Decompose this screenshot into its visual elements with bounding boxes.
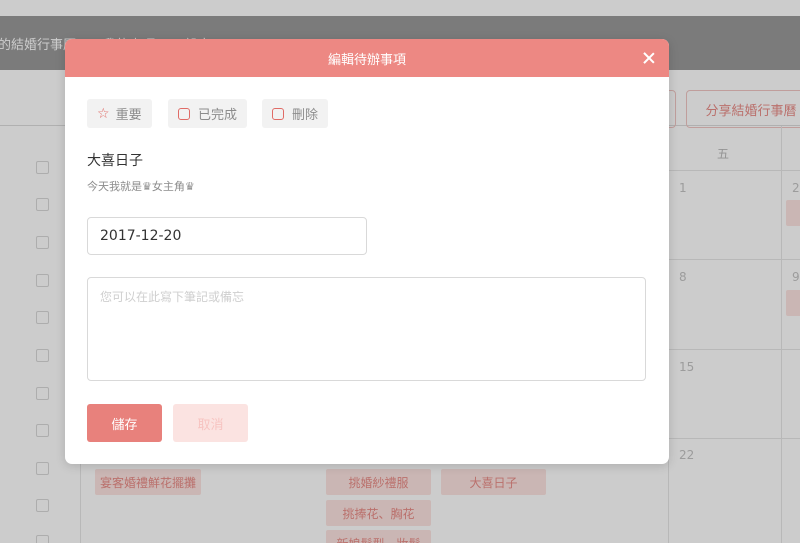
dialog-title: 編輯待辦事項 <box>327 52 406 68</box>
important-toggle[interactable]: ☆ 重要 <box>87 99 152 128</box>
delete-checkbox[interactable]: 刪除 <box>262 99 329 128</box>
checkbox-icon <box>178 107 190 120</box>
cancel-button[interactable]: 取消 <box>173 404 248 442</box>
checkbox-icon <box>272 107 284 120</box>
date-field[interactable] <box>87 217 367 255</box>
close-icon[interactable] <box>641 50 657 66</box>
delete-label: 刪除 <box>292 108 319 123</box>
event-subtitle: 今天我就是♛女主角♛ <box>87 180 195 193</box>
edit-todo-dialog: 編輯待辦事項 ☆ 重要 已完成 刪除 大喜日子 今天我就是♛女主角♛ 儲存 取消 <box>65 39 669 464</box>
done-label: 已完成 <box>198 108 238 123</box>
dialog-header: 編輯待辦事項 <box>65 39 669 77</box>
important-label: 重要 <box>115 108 142 123</box>
done-checkbox[interactable]: 已完成 <box>168 99 248 128</box>
event-title: 大喜日子 <box>87 153 143 169</box>
star-icon: ☆ <box>97 105 110 122</box>
memo-textarea[interactable] <box>87 277 646 381</box>
save-button[interactable]: 儲存 <box>87 404 162 442</box>
